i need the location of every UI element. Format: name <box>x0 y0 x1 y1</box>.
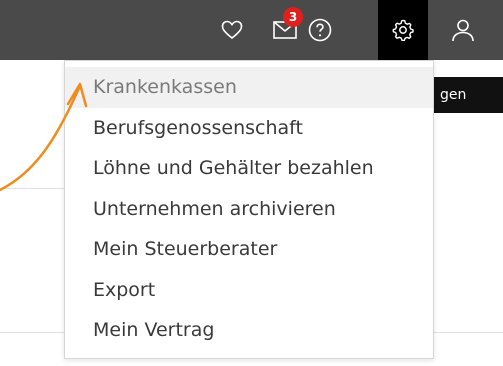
annotation-arrow <box>0 82 88 192</box>
